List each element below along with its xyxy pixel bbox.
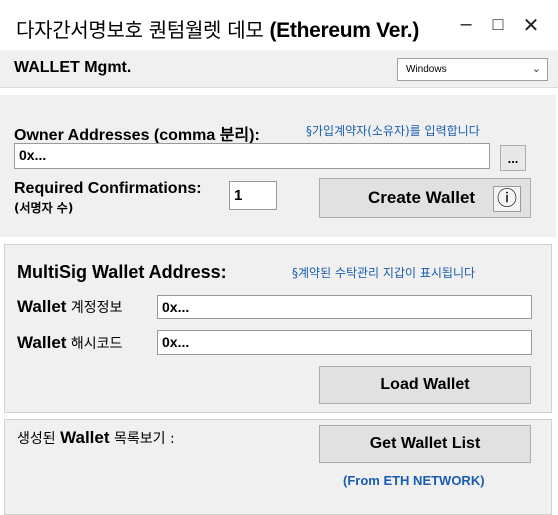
theme-select-value: Windows [406, 64, 447, 75]
wallet-list-label-suffix: 목록보기 : [109, 431, 175, 447]
wallet-account-input[interactable]: 0x... [157, 295, 532, 319]
wallet-hash-label-en: Wallet [17, 333, 67, 352]
maximize-button[interactable]: □ [484, 14, 512, 35]
menu-title: WALLET Mgmt. [14, 59, 132, 76]
wallet-hash-label: Wallet 해시코드 [17, 333, 122, 353]
info-icon[interactable]: ⓘ [493, 186, 521, 212]
owner-addresses-hint: §가입계약자(소유자)를 입력합니다 [306, 124, 480, 138]
owner-addresses-label: Owner Addresses (comma 분리): [14, 127, 260, 144]
browse-owners-button[interactable]: ... [500, 145, 526, 171]
wallet-hash-input[interactable]: 0x... [157, 330, 532, 355]
window-title: 다자간서명보호 퀀텀월렛 데모 (Ethereum Ver.) [16, 14, 419, 43]
get-wallet-list-button[interactable]: Get Wallet List [319, 425, 531, 463]
owner-addresses-input[interactable]: 0x... [14, 143, 490, 169]
wallet-hash-label-ko: 해시코드 [66, 336, 123, 352]
create-wallet-label: Create Wallet [368, 188, 476, 207]
required-confirmations-input[interactable]: 1 [229, 181, 277, 210]
window-title-korean: 다자간서명보호 퀀텀월렛 데모 [16, 18, 270, 42]
minimize-button[interactable]: – [452, 13, 480, 36]
multisig-heading: MultiSig Wallet Address: [17, 262, 227, 282]
theme-select[interactable]: Windows ⌄ [397, 58, 548, 81]
wallet-account-label-ko: 계정정보 [66, 300, 123, 316]
window-title-version: (Ethereum Ver.) [269, 19, 420, 42]
multisig-hint: §계약된 수탁관리 지갑이 표시됩니다 [292, 266, 476, 280]
required-confirmations-sublabel: (서명자 수) [14, 201, 74, 215]
eth-network-note: (From ETH NETWORK) [343, 473, 485, 488]
wallet-list-label-prefix: 생성된 [17, 431, 61, 447]
wallet-account-label: Wallet 계정정보 [17, 297, 122, 317]
close-button[interactable]: ✕ [517, 13, 545, 38]
chevron-down-icon: ⌄ [531, 63, 541, 75]
wallet-list-label-en: Wallet [60, 428, 110, 447]
load-wallet-button[interactable]: Load Wallet [319, 366, 531, 404]
required-confirmations-label: Required Confirmations: [14, 180, 202, 197]
wallet-list-label: 생성된 Wallet 목록보기 : [17, 428, 175, 448]
wallet-account-label-en: Wallet [17, 297, 67, 316]
